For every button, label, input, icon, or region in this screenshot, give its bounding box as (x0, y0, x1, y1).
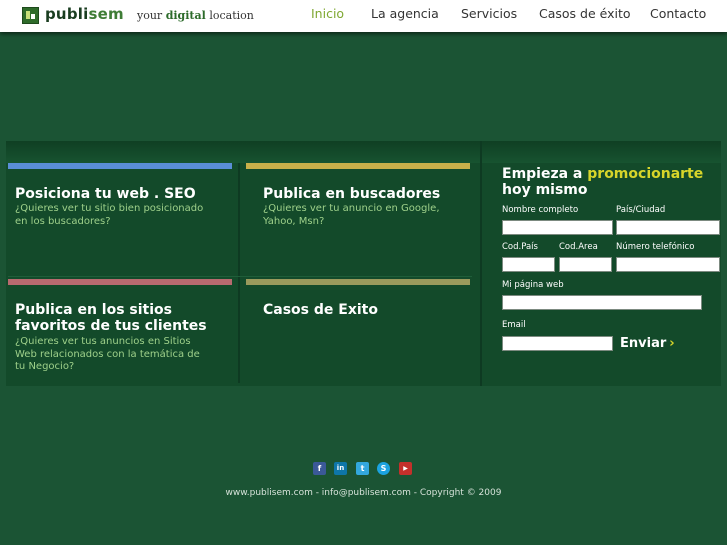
youtube-icon[interactable]: ▶ (399, 462, 412, 475)
case-studies-box-title[interactable]: Casos de Exito (263, 302, 463, 318)
skype-icon[interactable]: S (377, 462, 390, 475)
tagline-highlight: digital (165, 9, 206, 22)
site-header: publisem your digital location Inicio La… (0, 0, 727, 32)
nav-item-casos-de-exito[interactable]: Casos de éxito (539, 6, 631, 26)
form-title-highlight: promocionarte (587, 166, 704, 182)
nav-item-inicio[interactable]: Inicio (311, 6, 344, 26)
cod-pais-label: Cod.País (502, 242, 538, 252)
display-ads-box-subtitle: ¿Quieres ver tus anuncios en Sitios Web … (15, 336, 200, 372)
form-title-before: Empieza a (502, 166, 583, 182)
form-title: Empieza a promocionarte hoy mismo (502, 166, 722, 198)
seo-box-title[interactable]: Posiciona tu web . SEO (15, 186, 235, 202)
pagina-web-field[interactable] (502, 295, 702, 310)
footer-copyright: www.publisem.com - info@publisem.com - C… (225, 488, 502, 498)
brand-name-part1: publi (45, 5, 89, 23)
logo-icon[interactable] (22, 7, 39, 24)
linkedin-icon[interactable]: in (334, 462, 347, 475)
pais-ciudad-field[interactable] (616, 220, 720, 235)
nav-item-contacto[interactable]: Contacto (650, 6, 706, 26)
brand-name-part2: sem (88, 5, 124, 23)
email-field[interactable] (502, 336, 613, 351)
seo-box-stripe (8, 163, 232, 169)
twitter-icon[interactable]: t (356, 462, 369, 475)
nombre-field[interactable] (502, 220, 613, 235)
cod-area-field[interactable] (559, 257, 612, 272)
chevron-right-icon: › (669, 336, 675, 351)
enviar-button-label: Enviar (620, 336, 667, 351)
display-ads-box-title[interactable]: Publica en los sitios favoritos de tus c… (15, 302, 237, 334)
form-divider (480, 141, 482, 386)
tagline-after: location (209, 9, 254, 22)
search-ads-box-subtitle: ¿Quieres ver tu anuncio en Google, Yahoo… (263, 203, 440, 227)
telefono-field[interactable] (616, 257, 720, 272)
display-ads-box-stripe (8, 279, 232, 285)
form-title-after: hoy mismo (502, 182, 588, 198)
search-ads-box-title[interactable]: Publica en buscadores (263, 186, 473, 202)
pais-ciudad-label: País/Ciudad (616, 205, 666, 215)
facebook-icon[interactable]: f (313, 462, 326, 475)
tagline-before: your (137, 9, 163, 22)
case-studies-box-stripe (246, 279, 470, 285)
pagina-web-label: Mi página web (502, 280, 564, 290)
panel-top-shade (6, 141, 721, 163)
enviar-button[interactable]: Enviar › (620, 336, 675, 351)
brand-logo[interactable]: publisem (45, 5, 124, 23)
email-label: Email (502, 320, 526, 330)
column-divider (238, 163, 240, 383)
search-ads-box-stripe (246, 163, 470, 169)
telefono-label: Número telefónico (616, 242, 695, 252)
seo-box-subtitle: ¿Quieres ver tu sitio bien posicionado e… (15, 203, 204, 227)
cod-area-label: Cod.Area (559, 242, 598, 252)
row-divider (8, 276, 472, 277)
nombre-label: Nombre completo (502, 205, 579, 215)
nav-item-la-agencia[interactable]: La agencia (371, 6, 439, 26)
nav-item-servicios[interactable]: Servicios (461, 6, 517, 26)
tagline: your digital location (137, 9, 254, 22)
cod-pais-field[interactable] (502, 257, 555, 272)
